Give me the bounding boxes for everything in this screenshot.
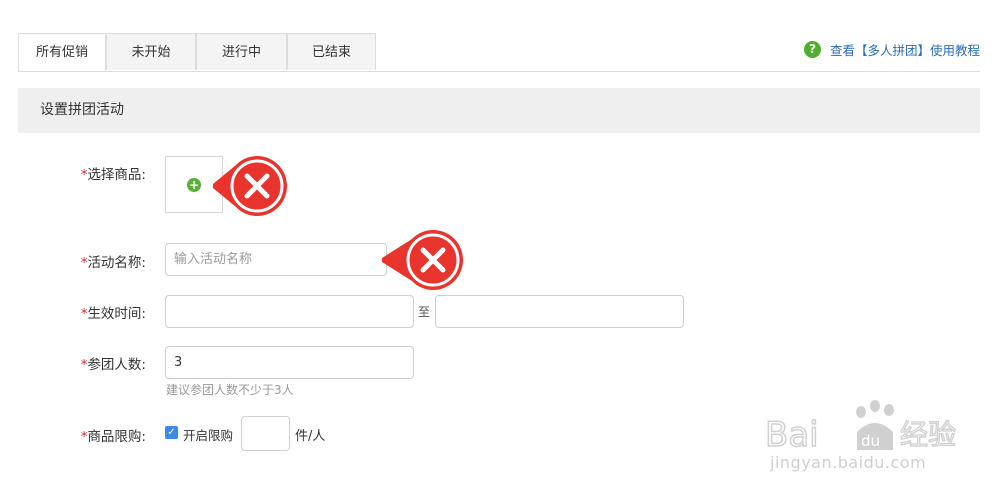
effective-time-label: *生效时间:: [0, 302, 146, 322]
close-icon: [213, 156, 287, 216]
enable-limit-checkbox[interactable]: ✓: [165, 426, 178, 439]
section-title: 设置拼团活动: [18, 88, 980, 133]
close-icon: [382, 230, 463, 290]
effective-time-label-text: 生效时间:: [87, 306, 146, 322]
product-label: *选择商品:: [0, 163, 146, 183]
end-time-input[interactable]: [435, 295, 684, 328]
svg-text:经验: 经验: [900, 418, 956, 451]
tutorial-link-text: 查看【多人拼团】使用教程: [829, 42, 980, 58]
limit-quantity-input[interactable]: [241, 416, 290, 451]
purchase-limit-label-text: 商品限购:: [87, 429, 146, 445]
group-size-input[interactable]: [165, 346, 414, 379]
product-label-text: 选择商品:: [87, 167, 146, 183]
enable-limit-label: 开启限购: [183, 428, 234, 443]
group-size-label: *参团人数:: [0, 353, 146, 373]
watermark-url: jingyan.baidu.com: [770, 453, 927, 472]
activity-name-label: *活动名称:: [0, 251, 146, 271]
group-size-hint: 建议参团人数不少于3人: [166, 383, 294, 397]
tab-ended[interactable]: 已结束: [287, 33, 376, 70]
svg-text:Bai: Bai: [765, 415, 819, 455]
question-icon: ?: [803, 40, 821, 58]
tab-not-started[interactable]: 未开始: [106, 33, 196, 70]
group-size-label-text: 参团人数:: [87, 357, 146, 373]
tab-all-promotions[interactable]: 所有促销: [18, 33, 106, 71]
activity-name-input[interactable]: [165, 243, 387, 276]
purchase-limit-label: *商品限购:: [0, 425, 146, 445]
to-separator: 至: [418, 305, 431, 319]
tab-in-progress[interactable]: 进行中: [196, 33, 287, 70]
start-time-input[interactable]: [165, 295, 414, 328]
plus-icon: +: [187, 178, 201, 192]
limit-unit: 件/人: [295, 429, 326, 444]
tutorial-link[interactable]: ? 查看【多人拼团】使用教程: [803, 40, 980, 58]
activity-name-label-text: 活动名称:: [87, 255, 146, 271]
svg-text:du: du: [861, 432, 880, 450]
